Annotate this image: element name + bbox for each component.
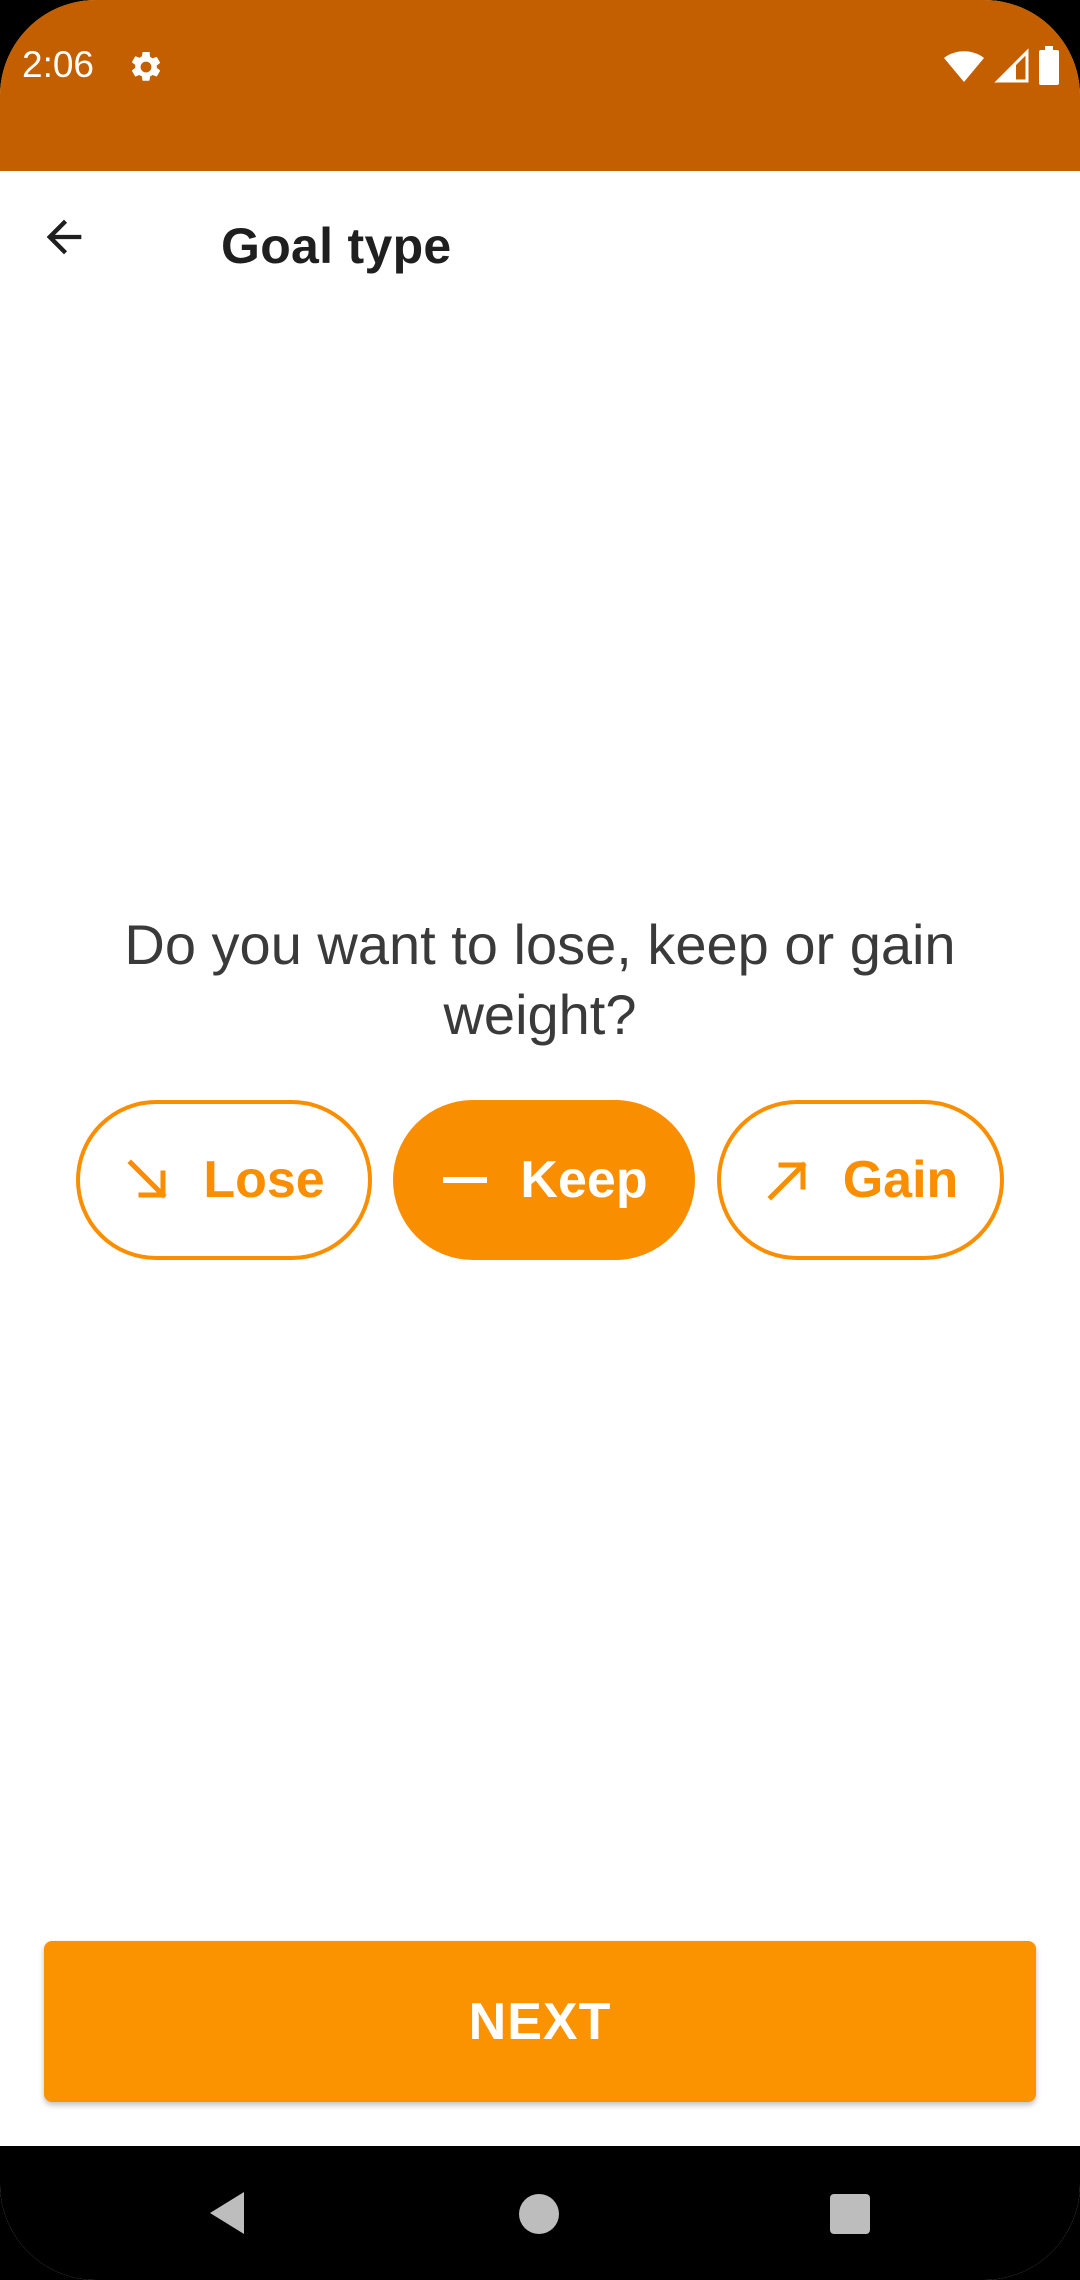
- wifi-icon: [942, 48, 986, 89]
- status-time: 2:06: [22, 44, 95, 85]
- nav-recents-icon[interactable]: [830, 2194, 870, 2234]
- nav-back-icon[interactable]: [206, 2188, 248, 2243]
- page-title: Goal type: [221, 218, 452, 274]
- navigation-bar: [0, 2146, 1080, 2280]
- next-button[interactable]: NEXT: [44, 1941, 1036, 2102]
- signal-icon: [994, 47, 1030, 89]
- screen: 2:06 Goal type Do you want to lose, keep…: [0, 0, 1080, 2280]
- goal-question: Do you want to lose, keep or gain weight…: [124, 913, 956, 1046]
- keep-option-button[interactable]: Keep: [393, 1100, 695, 1260]
- gain-option-button[interactable]: Gain: [717, 1100, 1004, 1260]
- status-bar: 2:06: [0, 0, 1080, 171]
- gain-option-label: Gain: [842, 1151, 959, 1209]
- gear-icon: [128, 49, 164, 85]
- nav-home-icon[interactable]: [519, 2194, 559, 2234]
- battery-icon: [1038, 45, 1060, 91]
- back-button[interactable]: [26, 201, 102, 277]
- arrow-up-right-icon: [763, 1155, 813, 1205]
- app-bar: Goal type: [0, 171, 1080, 327]
- dash-icon: [440, 1155, 490, 1205]
- status-icons: [942, 45, 1060, 91]
- lose-option-label: Lose: [203, 1151, 325, 1209]
- keep-option-label: Keep: [520, 1151, 648, 1209]
- arrow-back-icon: [38, 211, 90, 268]
- arrow-down-right-icon: [123, 1155, 173, 1205]
- lose-option-button[interactable]: Lose: [76, 1100, 372, 1260]
